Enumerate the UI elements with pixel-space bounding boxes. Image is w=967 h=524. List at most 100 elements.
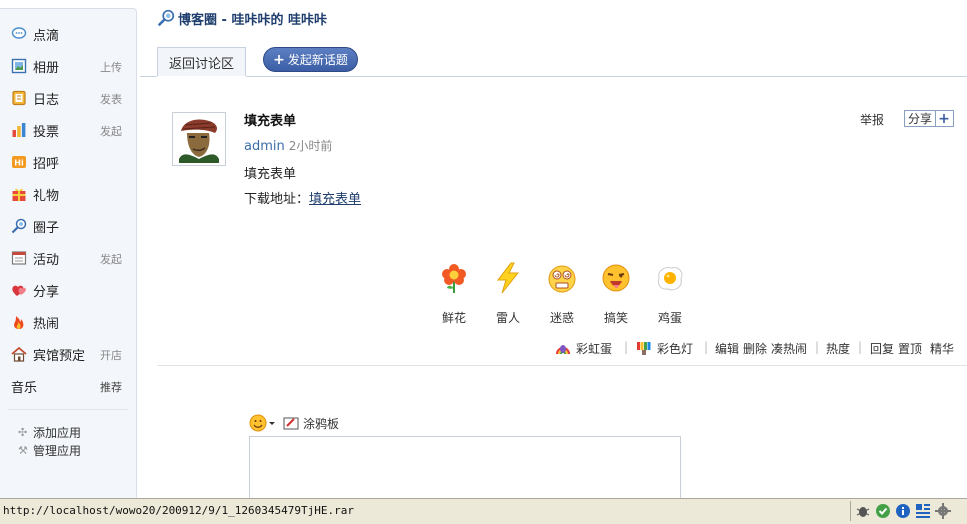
notebook-icon [12, 90, 26, 106]
sidebar-item-label: 投票 [33, 125, 60, 140]
page-title: 博客圈 - 哇咔咔的 哇咔咔 [178, 12, 327, 28]
gear-icon[interactable] [935, 503, 951, 519]
sidebar-item-label: 热闹 [33, 317, 60, 332]
delete-link[interactable]: 删除 [743, 340, 767, 357]
speech-bubble-icon [11, 27, 27, 39]
separator: | [624, 340, 629, 354]
sidebar-item-poll[interactable]: 投票 发起 [0, 116, 136, 144]
new-topic-button[interactable]: + 发起新话题 [263, 47, 358, 72]
share-label: 分享 [905, 111, 937, 126]
bug-icon[interactable] [855, 503, 871, 519]
doodle-icon[interactable] [283, 415, 299, 431]
separator: | [858, 340, 863, 354]
start-event-link[interactable]: 发起 [100, 251, 122, 267]
separator: | [815, 340, 820, 354]
layout-icon[interactable] [915, 503, 931, 519]
start-poll-link[interactable]: 发起 [100, 123, 122, 139]
photo-icon [11, 58, 27, 74]
sidebar-divider [8, 409, 128, 410]
sidebar-item-share[interactable]: 分享 [0, 276, 136, 304]
edit-link[interactable]: 编辑 [715, 340, 739, 357]
sidebar-item-label: 相册 [33, 61, 60, 76]
calendar-icon [11, 251, 27, 265]
reaction-egg[interactable]: 鸡蛋 [652, 262, 688, 326]
manage-app-link[interactable]: ⚒ 管理应用 [18, 442, 81, 459]
sidebar-item-blog[interactable]: 日志 发表 [0, 84, 136, 112]
status-icons [850, 501, 965, 521]
separator: | [704, 340, 709, 354]
flame-icon [14, 316, 24, 329]
reaction-funny[interactable]: 搞笑 [598, 262, 634, 326]
bump-link[interactable]: 凑热闹 [771, 340, 807, 357]
share-button[interactable]: 分享 + [904, 110, 954, 127]
reaction-thunder[interactable]: 雷人 [490, 262, 526, 326]
post-action-bar: 彩虹蛋 | 彩色灯 | 编辑 删除 凑热闹 | 热度 | 回复 置顶 精华 [0, 340, 967, 356]
gift-icon [12, 188, 26, 201]
sidebar-item-gift[interactable]: 礼物 [0, 180, 136, 208]
smiley-icon [249, 414, 267, 432]
dizzy-face-icon [548, 265, 576, 293]
sidebar: 点滴 相册 上传 日志 发表 投票 发起 Hi 招呼 礼物 圈子 活动 发起 分… [0, 8, 137, 498]
reply-textarea[interactable] [249, 436, 681, 506]
wrench-icon: ⚒ [18, 443, 28, 457]
post-author-link[interactable]: admin [244, 139, 285, 154]
rainbow-egg-link[interactable]: 彩虹蛋 [576, 340, 612, 357]
sidebar-item-label: 礼物 [33, 189, 60, 204]
browser-status-bar: http://localhost/wowo20/200912/9/1_12603… [0, 498, 967, 524]
tab-underline [246, 76, 967, 77]
flower-icon [442, 264, 466, 293]
add-app-label: 添加应用 [33, 426, 82, 440]
sidebar-item-label: 日志 [33, 93, 60, 108]
status-url: http://localhost/wowo20/200912/9/1_12603… [3, 504, 354, 517]
tab-back-to-discussion[interactable]: 返回讨论区 [157, 47, 246, 76]
heart-icon [12, 285, 26, 296]
sidebar-item-label: 分享 [33, 285, 60, 300]
add-app-link[interactable]: ✣ 添加应用 [18, 424, 81, 441]
sidebar-item-music[interactable]: 音乐 推荐 [0, 372, 136, 400]
avatar[interactable] [172, 112, 226, 166]
divider [157, 365, 967, 366]
upload-link[interactable]: 上传 [100, 59, 122, 75]
check-icon[interactable] [875, 503, 891, 519]
avatar-image [175, 115, 223, 163]
reaction-label: 雷人 [495, 311, 520, 325]
download-link[interactable]: 填充表单 [309, 192, 361, 207]
bar-chart-icon [12, 123, 26, 137]
manage-app-label: 管理应用 [33, 444, 82, 458]
sidebar-item-circle[interactable]: 圈子 [0, 212, 136, 240]
download-label: 下载地址： [244, 192, 310, 207]
sidebar-item-album[interactable]: 相册 上传 [0, 52, 136, 80]
group-icon [11, 218, 27, 234]
reaction-label: 鸡蛋 [657, 311, 682, 325]
pin-link[interactable]: 置顶 [898, 340, 922, 357]
post-meta: admin 2小时前 [244, 137, 332, 154]
svg-text:Hi: Hi [14, 159, 24, 168]
info-icon[interactable] [895, 503, 911, 519]
recommend-link[interactable]: 推荐 [100, 379, 122, 395]
sidebar-item-event[interactable]: 活动 发起 [0, 244, 136, 272]
sidebar-item-label: 点滴 [33, 29, 60, 44]
feature-link[interactable]: 精华 [930, 340, 954, 357]
sidebar-item-diandi[interactable]: 点滴 [0, 20, 136, 48]
publish-link[interactable]: 发表 [100, 91, 122, 107]
page-header: 博客圈 - 哇咔咔的 哇咔咔 [157, 9, 327, 28]
laughing-face-icon [602, 264, 630, 292]
color-light-link[interactable]: 彩色灯 [657, 340, 693, 357]
sidebar-item-greet[interactable]: Hi 招呼 [0, 148, 136, 176]
reaction-confused[interactable]: 迷惑 [544, 262, 580, 326]
sidebar-item-label: 音乐 [11, 381, 38, 396]
post-body: 填充表单 [244, 167, 297, 182]
reaction-flower[interactable]: 鲜花 [436, 262, 472, 326]
report-link[interactable]: 举报 [860, 111, 884, 128]
doodle-board-link[interactable]: 涂鸦板 [303, 415, 339, 432]
plus-icon: + [938, 110, 950, 127]
sidebar-item-label: 圈子 [33, 221, 60, 236]
sidebar-item-hot[interactable]: 热闹 [0, 308, 136, 336]
lightning-icon [496, 262, 520, 294]
heat-link[interactable]: 热度 [826, 340, 850, 357]
reaction-label: 搞笑 [603, 311, 628, 325]
egg-icon [657, 267, 683, 291]
emoji-picker-button[interactable] [249, 412, 283, 434]
group-icon [157, 9, 175, 27]
reply-link[interactable]: 回复 [870, 340, 894, 357]
